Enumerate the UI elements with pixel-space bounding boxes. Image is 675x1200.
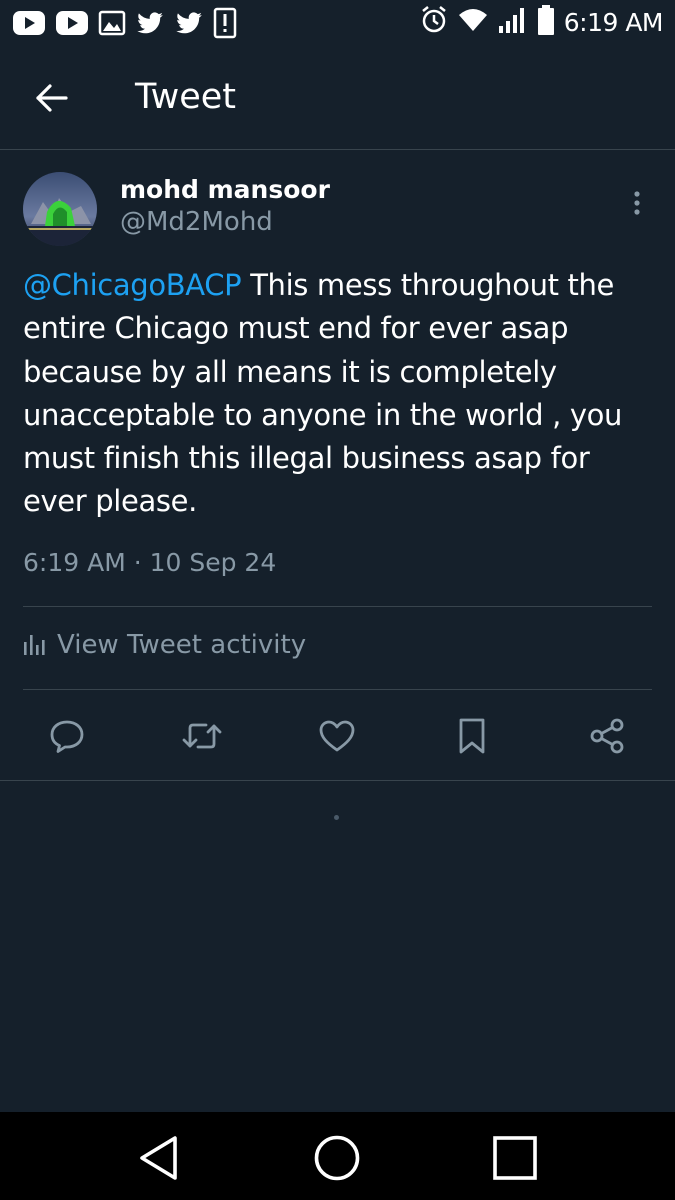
heart-icon	[319, 720, 355, 752]
user-handle[interactable]: @Md2Mohd	[120, 207, 273, 237]
like-button[interactable]	[315, 714, 359, 758]
loading-indicator	[334, 815, 339, 820]
status-time: 6:19 AM	[563, 7, 664, 37]
avatar[interactable]	[23, 172, 97, 246]
divider	[23, 689, 652, 690]
reply-icon	[50, 720, 84, 753]
circle-home-icon	[314, 1135, 360, 1181]
divider	[0, 780, 675, 781]
tweet-text: @ChicagoBACP This mess throughout the en…	[23, 264, 658, 524]
square-recents-icon	[493, 1136, 537, 1180]
nav-recents-button[interactable]	[487, 1130, 543, 1186]
tweet-actions	[0, 708, 675, 764]
more-options-button[interactable]	[622, 186, 652, 220]
status-bar: 6:19 AM	[0, 0, 675, 46]
nav-back-button[interactable]	[131, 1130, 187, 1186]
back-button[interactable]	[30, 76, 74, 120]
twitter-icon	[174, 9, 204, 41]
system-icons: 6:19 AM	[420, 5, 664, 39]
youtube-icon	[12, 9, 46, 41]
youtube-icon	[55, 9, 89, 41]
wifi-icon	[458, 7, 488, 37]
alarm-icon	[420, 5, 448, 39]
nav-home-button[interactable]	[309, 1130, 365, 1186]
share-button[interactable]	[585, 714, 629, 758]
triangle-back-icon	[140, 1136, 177, 1180]
signal-icon	[498, 6, 528, 38]
retweet-icon	[182, 723, 222, 749]
activity-label: View Tweet activity	[57, 630, 307, 660]
view-tweet-activity-link[interactable]: View Tweet activity	[23, 630, 306, 660]
arrow-left-icon	[36, 84, 68, 112]
gallery-icon	[98, 9, 126, 41]
android-nav-bar	[0, 1112, 675, 1200]
app-bar: Tweet	[0, 46, 675, 150]
bookmark-icon	[459, 718, 485, 754]
page-title: Tweet	[135, 77, 237, 117]
alert-icon	[213, 7, 237, 43]
retweet-button[interactable]	[180, 714, 224, 758]
bar-chart-icon	[24, 635, 45, 655]
more-vertical-icon	[634, 191, 640, 215]
share-icon	[590, 718, 624, 754]
reply-button[interactable]	[45, 714, 89, 758]
bookmark-button[interactable]	[450, 714, 494, 758]
tweet-body: This mess throughout the entire Chicago …	[23, 268, 623, 519]
notification-icons	[12, 7, 237, 43]
tweet-timestamp: 6:19 AM · 10 Sep 24	[23, 548, 277, 577]
battery-icon	[537, 5, 554, 39]
mention-link[interactable]: @ChicagoBACP	[23, 268, 242, 302]
display-name[interactable]: mohd mansoor	[120, 175, 330, 204]
divider	[23, 606, 652, 607]
twitter-icon	[135, 9, 165, 41]
